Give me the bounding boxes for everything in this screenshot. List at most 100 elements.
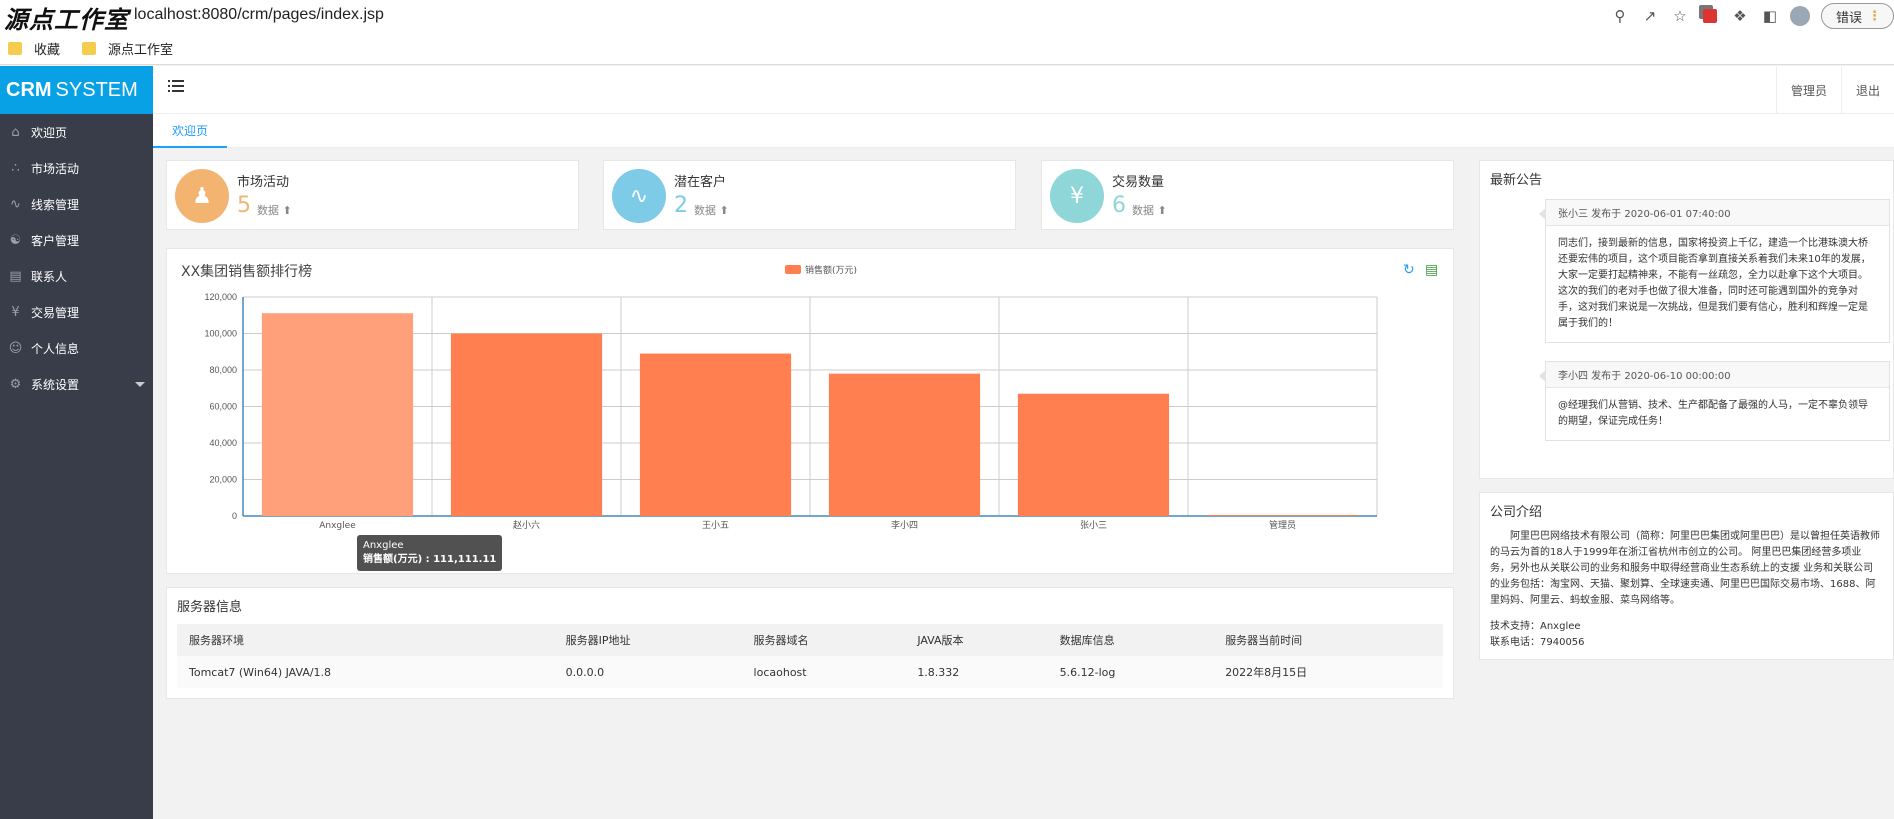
notice-item: 李小四 发布于 2020-06-10 00:00:00 @经理我们从营销、技术、… (1539, 361, 1890, 441)
chart-icon: ∿ (10, 196, 21, 212)
chart-tooltip: Anxglee 销售额(万元) : 111,111.11 (357, 535, 503, 571)
people-icon: ♟ (175, 169, 229, 223)
chart-bar (1017, 393, 1170, 516)
home-icon: ⌂ (11, 124, 20, 140)
server-info-card: 服务器信息 服务器环境 服务器IP地址 服务器域名 JAVA版本 数据库信息 服… (166, 587, 1454, 699)
sidebar-item-clues[interactable]: ∿ 线索管理 (0, 186, 153, 222)
menu-toggle-icon[interactable] (168, 80, 185, 96)
stat-unit: 数据 ⬆ (694, 204, 729, 217)
table-cell: locaohost (741, 656, 906, 688)
stat-card-activities[interactable]: ♟ 市场活动 5 数据 ⬆ (166, 160, 579, 230)
app-logo[interactable]: CRM SYSTEM (0, 66, 153, 114)
sidebar-item-profile[interactable]: ☺ 个人信息 (0, 330, 153, 366)
sidebar-item-activities[interactable]: ∴ 市场活动 (0, 150, 153, 186)
yen-icon: ¥ (11, 304, 20, 320)
table-cell: 1.8.332 (905, 656, 1048, 688)
stat-title: 市场活动 (237, 175, 290, 190)
server-info-title: 服务器信息 (177, 600, 243, 615)
network-icon: ∴ (11, 160, 20, 176)
y-tick-label: 40,000 (209, 438, 237, 448)
table-cell: 2022年8月15日 (1213, 656, 1443, 688)
browser-actions: ⚲ ↗ ☆ ❖ ◧ 错误 ⋮ (1605, 3, 1894, 29)
sidebar-item-welcome[interactable]: ⌂ 欢迎页 (0, 114, 153, 150)
table-cell: Tomcat7 (Win64) JAVA/1.8 (177, 656, 554, 688)
stat-title: 交易数量 (1112, 175, 1165, 190)
profile-icon[interactable] (1785, 4, 1815, 28)
extension-red-icon[interactable] (1695, 4, 1725, 28)
folder-icon (82, 41, 97, 55)
sidebar: CRM SYSTEM ⌂ 欢迎页 ∴ 市场活动 ∿ 线索管理 ☯ 客户管理 ▤ 联系人 ¥ 交… (0, 66, 153, 819)
browser-toolbar: 源点工作室 localhost:8080/crm/pages/index.jsp… (0, 0, 1894, 34)
y-tick-label: 80,000 (209, 365, 237, 375)
y-tick-label: 20,000 (209, 475, 237, 485)
contact-card-icon: ▤ (9, 268, 22, 284)
chart-bar (639, 353, 792, 516)
folder-icon (8, 41, 22, 55)
stat-card-potential-clients[interactable]: ∿ 潜在客户 2 数据 ⬆ (603, 160, 1016, 230)
tech-support: 技术支持：Anxglee (1490, 621, 1581, 632)
sidebar-item-contacts[interactable]: ▤ 联系人 (0, 258, 153, 294)
y-tick-label: 120,000 (204, 292, 237, 302)
logout-link[interactable]: 退出 (1840, 66, 1894, 114)
stat-title: 潜在客户 (674, 175, 727, 190)
tab-welcome[interactable]: 欢迎页 (153, 114, 227, 148)
chart-bar (450, 333, 603, 516)
y-tick-label: 60,000 (209, 402, 237, 412)
sidebar-item-customers[interactable]: ☯ 客户管理 (0, 222, 153, 258)
stat-value: 6 (1112, 193, 1126, 218)
company-title: 公司介绍 (1490, 505, 1543, 520)
notice-header: 李小四 发布于 2020-06-10 00:00:00 (1546, 362, 1889, 388)
notices-title: 最新公告 (1490, 173, 1543, 188)
share-icon[interactable]: ↗ (1635, 4, 1665, 28)
x-tick-label: 张小三 (1080, 520, 1107, 531)
x-tick-label: 管理员 (1269, 519, 1296, 531)
sidebar-item-transactions[interactable]: ¥ 交易管理 (0, 294, 153, 330)
stat-value: 2 (674, 193, 688, 218)
gear-icon: ⚙ (9, 376, 22, 392)
x-tick-label: 李小四 (891, 519, 918, 531)
header-right: 管理员 退出 (1775, 66, 1894, 114)
col-header: 服务器当前时间 (1213, 624, 1443, 656)
stat-unit: 数据 ⬆ (257, 204, 292, 217)
contact-phone: 联系电话：7940056 (1490, 637, 1585, 648)
admin-link[interactable]: 管理员 (1775, 66, 1841, 114)
chart-bar (1206, 515, 1359, 516)
yen-refresh-icon: ¥ (1050, 169, 1104, 223)
col-header: 服务器域名 (741, 624, 906, 656)
x-tick-label: Anxglee (319, 521, 356, 531)
notice-item: 张小三 发布于 2020-06-01 07:40:00 同志们，接到最新的信息，… (1539, 199, 1890, 343)
x-tick-label: 王小五 (702, 520, 729, 531)
col-header: 数据库信息 (1047, 624, 1214, 656)
company-card: 公司介绍 阿里巴巴网络技术有限公司（简称：阿里巴巴集团或阿里巴巴）是以曾担任英语… (1479, 492, 1894, 660)
route-icon: ∿ (612, 169, 666, 223)
error-button[interactable]: 错误 ⋮ (1820, 3, 1894, 29)
notices-card: 最新公告 张小三 发布于 2020-06-01 07:40:00 同志们，接到最… (1479, 160, 1894, 479)
puzzle-icon[interactable]: ❖ (1725, 4, 1755, 28)
company-intro: 阿里巴巴网络技术有限公司（简称：阿里巴巴集团或阿里巴巴）是以曾担任英语教师的马云… (1490, 531, 1880, 606)
server-info-table: 服务器环境 服务器IP地址 服务器域名 JAVA版本 数据库信息 服务器当前时间… (177, 624, 1443, 688)
star-icon[interactable]: ☆ (1665, 4, 1695, 28)
stat-value: 5 (237, 193, 251, 218)
top-header: 管理员 退出 (153, 66, 1894, 114)
sidepanel-icon[interactable]: ◧ (1755, 4, 1785, 28)
notice-header: 张小三 发布于 2020-06-01 07:40:00 (1546, 200, 1889, 226)
bookmark-favorites[interactable]: 收藏 (8, 39, 60, 58)
more-icon: ⋮ (1868, 8, 1881, 24)
zoom-icon[interactable]: ⚲ (1605, 4, 1635, 28)
notice-body: @经理我们从营销、技术、生产都配备了最强的人马，一定不辜负领导的期望，保证完成任… (1558, 400, 1868, 427)
y-tick-label: 100,000 (204, 329, 237, 339)
sales-chart-card: XX集团销售额排行榜 销售额(万元) ↻ ▤ 0 20,000 40,000 60,0… (166, 248, 1454, 574)
watermark: 源点工作室 (4, 5, 129, 34)
notice-body: 同志们，接到最新的信息，国家将投资上千亿，建造一个比港珠澳大桥还要宏伟的项目，这… (1558, 238, 1871, 329)
y-tick-label: 0 (232, 511, 237, 521)
chart-bar (828, 373, 981, 516)
sidebar-item-settings[interactable]: ⚙ 系统设置 (0, 366, 153, 402)
table-cell: 5.6.12-log (1047, 656, 1214, 688)
stat-card-transactions[interactable]: ¥ 交易数量 6 数据 ⬆ (1041, 160, 1454, 230)
user-icon: ☺ (8, 340, 23, 356)
address-bar[interactable]: localhost:8080/crm/pages/index.jsp (134, 6, 384, 24)
bookmark-studio[interactable]: 源点工作室 (82, 39, 173, 58)
table-row: Tomcat7 (Win64) JAVA/1.8 0.0.0.0 locaoho… (177, 656, 1443, 688)
stat-unit: 数据 ⬆ (1132, 204, 1167, 217)
sales-bar-chart: 0 20,000 40,000 60,000 80,000 100,000 120,000 A… (204, 292, 1378, 531)
